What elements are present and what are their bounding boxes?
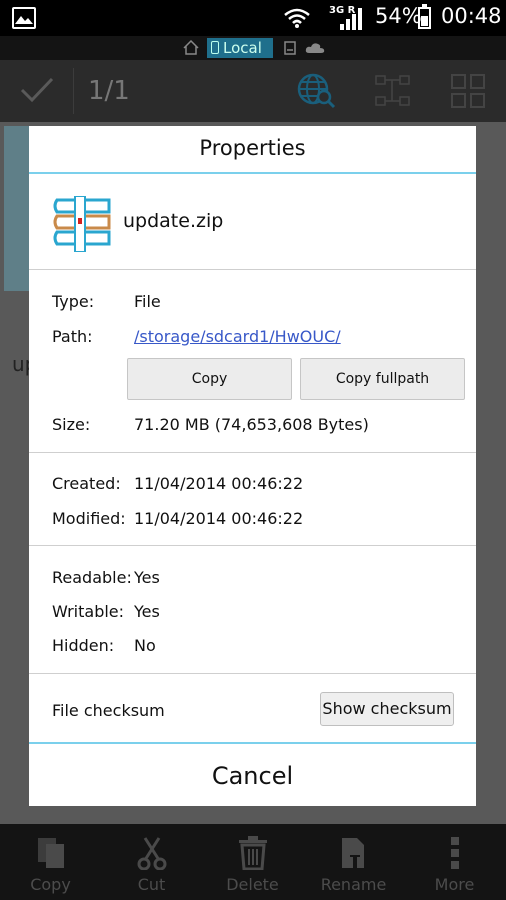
size-label: Size: bbox=[52, 415, 91, 434]
local-storage-label: Local bbox=[223, 39, 262, 57]
section-divider bbox=[29, 545, 476, 546]
readable-label: Readable: bbox=[52, 568, 132, 587]
cancel-button[interactable]: Cancel bbox=[29, 746, 476, 806]
rename-action-label: Rename bbox=[320, 875, 387, 894]
gallery-notification-icon bbox=[12, 7, 36, 29]
selection-toolbar: 1/1 bbox=[0, 60, 506, 122]
grid-view-icon[interactable] bbox=[451, 74, 485, 108]
checksum-label: File checksum bbox=[52, 701, 165, 720]
section-divider bbox=[29, 673, 476, 674]
footer-divider bbox=[29, 742, 476, 744]
more-action-label: More bbox=[434, 875, 475, 894]
modified-label: Modified: bbox=[52, 509, 126, 528]
more-action[interactable]: More bbox=[404, 824, 505, 900]
signal-icon bbox=[340, 8, 362, 30]
copy-icon bbox=[37, 838, 64, 868]
cut-action[interactable]: Cut bbox=[101, 824, 202, 900]
local-storage-tab[interactable]: Local bbox=[207, 38, 273, 58]
copy-fullpath-button[interactable]: Copy fullpath bbox=[300, 358, 465, 400]
check-icon[interactable] bbox=[20, 76, 54, 104]
toolbar-divider bbox=[73, 68, 74, 114]
path-link[interactable]: /storage/sdcard1/HwOUC/ bbox=[134, 327, 341, 346]
file-name: update.zip bbox=[123, 210, 224, 232]
drive-icon[interactable] bbox=[284, 41, 296, 55]
created-value: 11/04/2014 00:46:22 bbox=[134, 474, 304, 493]
show-checksum-button[interactable]: Show checksum bbox=[320, 692, 454, 726]
writable-label: Writable: bbox=[52, 602, 125, 621]
more-icon bbox=[450, 837, 459, 869]
copy-path-button[interactable]: Copy bbox=[127, 358, 292, 400]
cloud-icon[interactable] bbox=[305, 42, 325, 54]
type-label: Type: bbox=[52, 292, 95, 311]
hidden-label: Hidden: bbox=[52, 636, 115, 655]
tree-select-icon[interactable] bbox=[374, 74, 412, 108]
created-label: Created: bbox=[52, 474, 121, 493]
home-icon[interactable] bbox=[183, 40, 199, 55]
type-value: File bbox=[134, 292, 161, 311]
hidden-value: No bbox=[134, 636, 156, 655]
wifi-icon bbox=[284, 8, 310, 28]
path-label: Path: bbox=[52, 327, 93, 346]
rename-action[interactable]: Rename bbox=[303, 824, 404, 900]
trash-icon bbox=[238, 836, 267, 870]
delete-action[interactable]: Delete bbox=[202, 824, 303, 900]
modified-value: 11/04/2014 00:46:22 bbox=[134, 509, 304, 528]
section-divider bbox=[29, 452, 476, 453]
copy-action[interactable]: Copy bbox=[0, 824, 101, 900]
size-value: 71.20 MB (74,653,608 Bytes) bbox=[134, 415, 369, 434]
status-bar: 3G R 54% 00:48 bbox=[0, 0, 506, 36]
selection-count: 1/1 bbox=[88, 76, 130, 106]
location-bar: Local bbox=[0, 36, 506, 60]
battery-icon bbox=[418, 4, 431, 29]
dialog-title: Properties bbox=[199, 136, 306, 160]
properties-dialog: Properties update.zip Type: File Path: /… bbox=[29, 126, 476, 806]
status-clock: 00:48 bbox=[441, 4, 502, 28]
writable-value: Yes bbox=[134, 602, 160, 621]
title-divider bbox=[29, 172, 476, 174]
rename-icon bbox=[341, 838, 364, 868]
archive-file-icon bbox=[53, 196, 111, 252]
globe-search-icon[interactable] bbox=[297, 73, 337, 109]
cut-icon bbox=[137, 837, 166, 870]
cut-action-label: Cut bbox=[137, 875, 166, 894]
delete-action-label: Delete bbox=[226, 875, 279, 894]
action-bar: Copy Cut Delete Rename More bbox=[0, 824, 506, 900]
readable-value: Yes bbox=[134, 568, 160, 587]
copy-action-label: Copy bbox=[30, 875, 71, 894]
section-divider bbox=[29, 269, 476, 270]
battery-percent: 54% bbox=[375, 4, 422, 28]
phone-icon bbox=[211, 41, 219, 54]
